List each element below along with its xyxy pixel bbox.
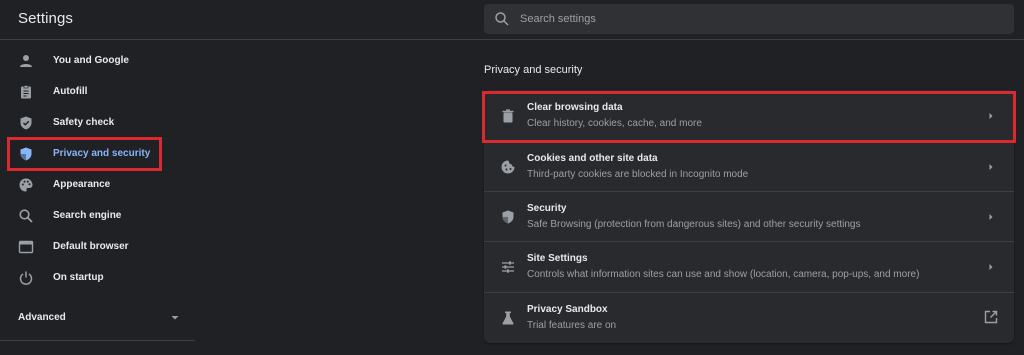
row-title: Clear browsing data — [527, 102, 623, 113]
sidebar-item-label: Search engine — [53, 210, 122, 221]
row-separator — [484, 292, 1014, 293]
sidebar-item-label: Safety check — [53, 117, 115, 128]
trash-icon — [502, 109, 514, 123]
sidebar-item-label: Appearance — [53, 179, 111, 190]
chevron-right-icon — [989, 113, 993, 119]
chevron-right-icon — [989, 214, 993, 220]
row-cookies-and-other-site-data[interactable]: Cookies and other site data Third-party … — [484, 141, 1014, 192]
app-title: Settings — [18, 10, 73, 27]
row-clear-browsing-data[interactable]: Clear browsing data Clear history, cooki… — [484, 90, 1014, 141]
sidebar-item-label: Privacy and security — [53, 148, 151, 159]
row-title: Security — [527, 203, 567, 214]
chevron-right-icon — [989, 264, 993, 270]
sidebar-item-safety-check[interactable]: Safety check — [0, 108, 195, 139]
section-title: Privacy and security — [484, 64, 583, 76]
clipboard-icon — [21, 85, 31, 99]
security-shield-icon — [502, 210, 514, 224]
sidebar-item-label: You and Google — [53, 55, 129, 66]
row-subtitle: Controls what information sites can use … — [527, 269, 920, 280]
power-icon — [19, 271, 33, 285]
row-privacy-sandbox[interactable]: Privacy Sandbox Trial features are on — [484, 292, 1014, 343]
browser-icon — [18, 240, 34, 254]
external-link-icon — [984, 310, 998, 324]
sidebar-item-on-startup[interactable]: On startup — [0, 263, 195, 294]
row-separator — [484, 241, 1014, 242]
row-security[interactable]: Security Safe Browsing (protection from … — [484, 191, 1014, 242]
privacy-settings-card: Clear browsing data Clear history, cooki… — [484, 90, 1014, 343]
search-icon — [19, 209, 33, 223]
sidebar-item-privacy-and-security[interactable]: Privacy and security — [0, 139, 195, 170]
chevron-right-icon — [989, 164, 993, 170]
top-bar: Settings — [0, 0, 1024, 40]
row-title: Site Settings — [527, 253, 588, 264]
row-separator — [484, 191, 1014, 192]
sidebar-item-label: Autofill — [53, 86, 88, 97]
row-site-settings[interactable]: Site Settings Controls what information … — [484, 241, 1014, 292]
sidebar-advanced-toggle[interactable]: Advanced — [0, 304, 195, 332]
row-title: Privacy Sandbox — [527, 304, 608, 315]
sidebar-item-appearance[interactable]: Appearance — [0, 170, 195, 201]
person-icon — [20, 55, 32, 67]
search-input[interactable] — [520, 4, 1000, 34]
sidebar-item-autofill[interactable]: Autofill — [0, 77, 195, 108]
flask-icon — [502, 311, 514, 325]
row-subtitle: Third-party cookies are blocked in Incog… — [527, 169, 749, 180]
shield-icon — [20, 147, 32, 161]
search-box[interactable] — [484, 4, 1014, 34]
row-separator — [484, 141, 1014, 142]
palette-icon — [19, 178, 33, 192]
chevron-down-icon — [171, 316, 179, 320]
advanced-label: Advanced — [18, 312, 66, 323]
row-subtitle: Safe Browsing (protection from dangerous… — [527, 219, 861, 230]
row-subtitle: Clear history, cookies, cache, and more — [527, 118, 702, 129]
sidebar: You and Google Autofill Safety check Pri… — [0, 46, 195, 341]
sidebar-item-default-browser[interactable]: Default browser — [0, 232, 195, 263]
sidebar-item-you-and-google[interactable]: You and Google — [0, 46, 195, 77]
row-title: Cookies and other site data — [527, 153, 658, 164]
sidebar-item-label: On startup — [53, 272, 104, 283]
cookie-icon — [501, 160, 515, 174]
search-icon — [495, 12, 509, 26]
shield-check-icon — [20, 116, 32, 130]
sliders-icon — [502, 261, 514, 273]
row-subtitle: Trial features are on — [527, 320, 617, 331]
sidebar-item-search-engine[interactable]: Search engine — [0, 201, 195, 232]
sidebar-item-label: Default browser — [53, 241, 129, 252]
